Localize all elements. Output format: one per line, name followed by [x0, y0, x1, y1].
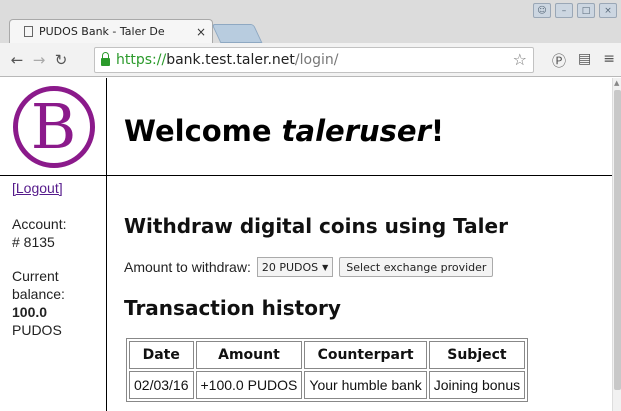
- url-scheme: https://: [116, 52, 167, 68]
- tab-title: PUDOS Bank - Taler De: [39, 25, 165, 38]
- table-row: 02/03/16 +100.0 PUDOS Your humble bank J…: [129, 371, 526, 399]
- logo-letter: B: [30, 89, 77, 163]
- address-bar[interactable]: https:// bank.test.taler.net /login/ ☆: [94, 47, 534, 73]
- header-divider: [107, 175, 612, 176]
- sidebar: B [Logout] Account: # 8135 Current balan…: [0, 78, 107, 411]
- balance-info: Current balance: 100.0 PUDOS: [0, 267, 106, 339]
- bookmark-star-icon[interactable]: ☆: [513, 50, 527, 69]
- account-info: Account: # 8135: [0, 215, 106, 251]
- history-heading: Transaction history: [124, 296, 341, 320]
- cell-counterpart: Your humble bank: [304, 371, 427, 399]
- browser-titlebar: PUDOS Bank - Taler De × ☺ – □ ×: [0, 0, 621, 43]
- transaction-table: Date Amount Counterpart Subject 02/03/16…: [126, 338, 529, 402]
- taler-extension-icon[interactable]: Ⓟ: [552, 51, 566, 71]
- page-icon: [24, 26, 33, 37]
- logo-box: B: [0, 78, 107, 176]
- lock-icon: [101, 52, 110, 66]
- scroll-thumb[interactable]: [614, 90, 621, 390]
- balance-currency: PUDOS: [12, 322, 62, 338]
- account-number: # 8135: [12, 234, 55, 250]
- cell-date: 02/03/16: [129, 371, 194, 399]
- scrollbar[interactable]: ▲: [612, 78, 621, 411]
- page-title: Welcome taleruser!: [124, 114, 444, 148]
- close-window-icon[interactable]: ×: [599, 3, 617, 18]
- back-arrow-icon[interactable]: ←: [6, 51, 28, 69]
- url-path: /login/: [294, 52, 339, 68]
- cell-amount: +100.0 PUDOS: [195, 371, 303, 399]
- user-icon[interactable]: ☺: [533, 3, 551, 18]
- close-tab-icon[interactable]: ×: [196, 25, 206, 39]
- amount-select[interactable]: 20 PUDOS ▼: [256, 257, 334, 277]
- url-host: bank.test.taler.net: [166, 52, 295, 68]
- table-header-row: Date Amount Counterpart Subject: [129, 341, 526, 369]
- account-label: Account:: [12, 216, 67, 232]
- welcome-suffix: !: [430, 114, 445, 148]
- browser-tab[interactable]: PUDOS Bank - Taler De ×: [9, 19, 213, 43]
- chevron-down-icon: ▼: [322, 262, 329, 272]
- forward-arrow-icon[interactable]: →: [28, 51, 50, 69]
- window-controls: ☺ – □ ×: [533, 3, 617, 18]
- column-header: Counterpart: [304, 341, 427, 369]
- new-tab-button[interactable]: [211, 24, 263, 43]
- column-header: Amount: [195, 341, 303, 369]
- select-exchange-button[interactable]: Select exchange provider: [339, 257, 494, 277]
- maximize-icon[interactable]: □: [577, 3, 595, 18]
- extensions-icon[interactable]: ▤: [578, 51, 591, 71]
- scroll-up-arrow-icon[interactable]: ▲: [614, 79, 619, 87]
- withdraw-form: Amount to withdraw: 20 PUDOS ▼ Select ex…: [124, 257, 494, 277]
- page-content: B [Logout] Account: # 8135 Current balan…: [0, 78, 612, 411]
- welcome-prefix: Welcome: [124, 114, 282, 148]
- balance-value: 100.0: [12, 304, 48, 320]
- column-header: Date: [129, 341, 194, 369]
- minimize-icon[interactable]: –: [555, 3, 573, 18]
- menu-icon[interactable]: ≡: [603, 51, 615, 71]
- bank-logo: B: [12, 85, 95, 168]
- balance-label-balance: balance:: [12, 286, 65, 302]
- amount-label: Amount to withdraw:: [124, 259, 251, 275]
- withdraw-heading: Withdraw digital coins using Taler: [124, 214, 508, 238]
- browser-toolbar: ← → ↻ https:// bank.test.taler.net /logi…: [0, 43, 621, 77]
- cell-subject: Joining bonus: [428, 371, 526, 399]
- amount-selected-value: 20 PUDOS: [261, 260, 319, 274]
- extension-icons: Ⓟ ▤ ≡: [552, 51, 615, 71]
- reload-icon[interactable]: ↻: [50, 51, 72, 69]
- balance-label-current: Current: [12, 268, 59, 284]
- column-header: Subject: [428, 341, 526, 369]
- username: taleruser: [281, 114, 431, 148]
- logout-link[interactable]: [Logout]: [0, 180, 106, 196]
